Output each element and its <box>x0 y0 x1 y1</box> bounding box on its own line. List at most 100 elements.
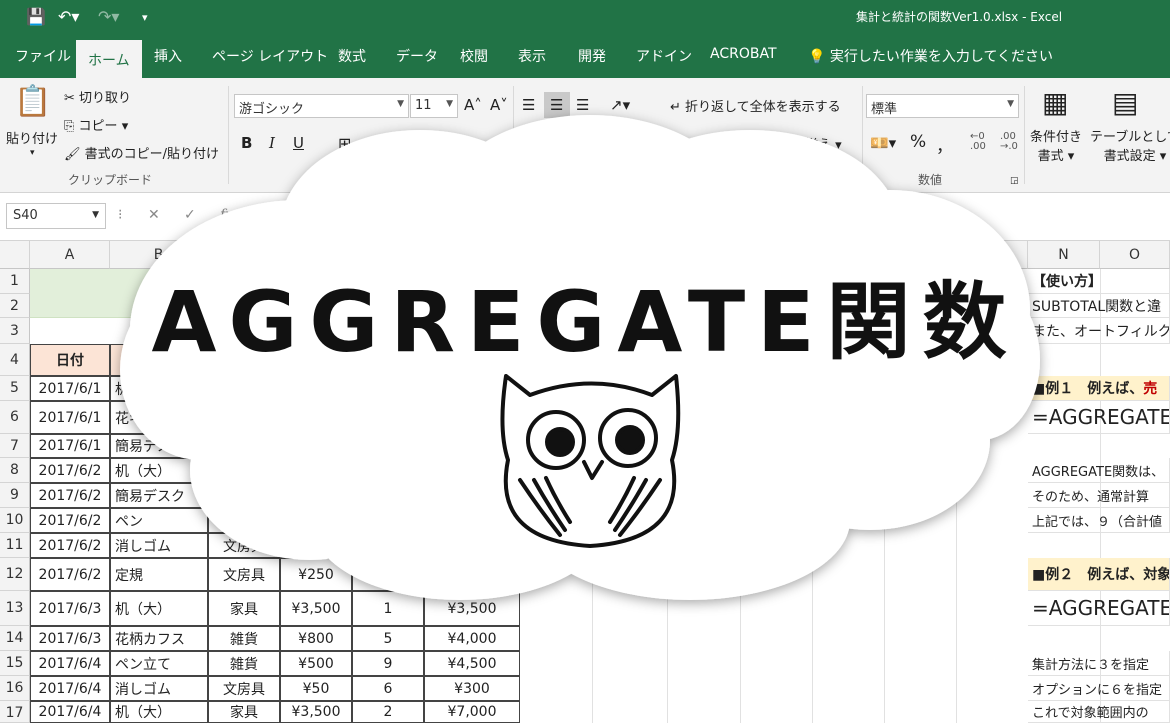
tell-me-box[interactable]: 💡 実行したい作業を入力してください <box>808 46 1053 66</box>
table-cell-total[interactable]: ¥4,500 <box>424 651 520 676</box>
table-cell-cat[interactable]: 文房 <box>208 508 280 533</box>
tab-home[interactable]: ホーム <box>76 40 142 78</box>
row-header[interactable]: 8 <box>0 458 30 483</box>
table-cell-date[interactable]: 2017/6/4 <box>30 701 110 723</box>
tab-view[interactable]: 表示 <box>518 46 546 66</box>
currency-icon[interactable]: 💴▾ <box>870 134 896 152</box>
table-cell-cat[interactable] <box>208 483 280 508</box>
redo-icon[interactable]: ↷▾ <box>98 7 119 26</box>
tab-addins[interactable]: アドイン <box>636 46 692 66</box>
paste-icon[interactable]: 📋 <box>14 84 51 119</box>
row-header[interactable]: 13 <box>0 591 30 626</box>
row-header[interactable]: 2 <box>0 294 30 318</box>
paste-dropdown-icon[interactable]: ▾ <box>30 148 35 158</box>
table-cell-item[interactable]: 消しゴム <box>110 676 208 701</box>
table-cell-price[interactable]: ¥3,500 <box>280 591 352 626</box>
font-name-select[interactable]: 游ゴシック ▼ <box>234 94 409 118</box>
conditional-format-icon[interactable]: ▦ <box>1042 86 1068 119</box>
table-cell-qty[interactable] <box>352 401 424 434</box>
table-cell-total[interactable]: ¥500 <box>424 558 520 591</box>
table-cell-cat[interactable] <box>208 458 280 483</box>
tab-page-layout[interactable]: ページ レイアウト <box>212 46 328 66</box>
table-cell-price[interactable] <box>280 434 352 458</box>
table-cell-total[interactable] <box>424 458 520 483</box>
select-all-corner[interactable] <box>0 241 30 269</box>
table-cell-cat[interactable] <box>208 376 280 401</box>
undo-icon[interactable]: ↶▾ <box>58 7 79 26</box>
increase-indent-icon[interactable]: ⇥ <box>634 134 647 152</box>
save-icon[interactable]: 💾 <box>26 7 46 26</box>
table-cell-cat[interactable] <box>208 401 280 434</box>
comma-button[interactable]: ， <box>936 132 953 157</box>
number-format-select[interactable]: 標準 ▼ <box>866 94 1019 118</box>
row-header[interactable]: 3 <box>0 318 30 344</box>
align-center-icon[interactable]: ≡ <box>546 134 559 152</box>
shrink-font-icon[interactable]: A˅ <box>490 96 508 114</box>
table-format-icon[interactable]: ▤ <box>1112 86 1138 119</box>
table-cell-item[interactable]: 花柄カフス <box>110 626 208 651</box>
table-cell-date[interactable]: 2017/6/2 <box>30 533 110 558</box>
table-cell-qty[interactable]: 5 <box>352 626 424 651</box>
table-cell-item[interactable]: 机（ <box>110 376 208 401</box>
table-cell-total[interactable] <box>424 376 520 401</box>
row-header[interactable]: 7 <box>0 434 30 458</box>
table-cell-qty[interactable] <box>352 434 424 458</box>
tab-acrobat[interactable]: ACROBAT <box>710 46 777 62</box>
table-cell-item[interactable]: 机（大） <box>110 458 208 483</box>
table-cell-date[interactable]: 2017/6/2 <box>30 483 110 508</box>
row-header[interactable]: 17 <box>0 701 30 723</box>
borders-icon[interactable]: ⊞ <box>338 134 351 153</box>
table-cell-date[interactable]: 2017/6/3 <box>30 626 110 651</box>
row-header[interactable]: 16 <box>0 676 30 701</box>
table-cell-price[interactable] <box>280 508 352 533</box>
column-header-n[interactable]: N <box>1028 241 1100 269</box>
table-cell-total[interactable]: ¥7,000 <box>424 701 520 723</box>
table-cell-cat[interactable]: 雑貨 <box>208 651 280 676</box>
table-cell-total[interactable] <box>424 533 520 558</box>
increase-decimal-icon[interactable]: ←0.00 <box>970 132 986 152</box>
underline-button[interactable]: U <box>293 134 304 152</box>
tab-insert[interactable]: 挿入 <box>154 46 182 66</box>
row-header[interactable]: 15 <box>0 651 30 676</box>
table-cell-price[interactable] <box>280 483 352 508</box>
table-cell-cat[interactable]: 文房具 <box>208 558 280 591</box>
customize-quick-access-icon[interactable]: ▾ <box>142 11 148 24</box>
table-cell-qty[interactable] <box>352 508 424 533</box>
row-header[interactable]: 14 <box>0 626 30 651</box>
table-cell-item[interactable]: 簡易デスク <box>110 483 208 508</box>
percent-button[interactable]: % <box>910 132 926 152</box>
table-cell-qty[interactable]: 9 <box>352 651 424 676</box>
row-header[interactable]: 5 <box>0 376 30 401</box>
table-cell-qty[interactable]: 2 <box>352 558 424 591</box>
table-cell-total[interactable] <box>424 508 520 533</box>
table-cell-item[interactable]: 定規 <box>110 558 208 591</box>
enter-icon[interactable]: ✓ <box>184 207 196 223</box>
row-header[interactable]: 6 <box>0 401 30 434</box>
table-cell-date[interactable]: 2017/6/4 <box>30 651 110 676</box>
table-cell-total[interactable]: ¥3,500 <box>424 591 520 626</box>
format-as-table-button[interactable]: テーブルとして書式設定 ▾ <box>1090 128 1170 166</box>
tab-formulas[interactable]: 数式 <box>338 46 366 66</box>
align-top-icon[interactable]: ☰ <box>522 96 535 114</box>
table-cell-price[interactable] <box>280 401 352 434</box>
decrease-decimal-icon[interactable]: .00 →.0 <box>1000 132 1018 152</box>
table-cell-price[interactable]: ¥50 <box>280 676 352 701</box>
table-cell-total[interactable] <box>424 434 520 458</box>
row-header[interactable]: 4 <box>0 344 30 376</box>
orientation-icon[interactable]: ↗▾ <box>610 96 630 114</box>
table-cell-item[interactable]: ペン <box>110 508 208 533</box>
row-header[interactable]: 10 <box>0 508 30 533</box>
table-cell-item[interactable]: 机（大） <box>110 701 208 723</box>
format-painter-button[interactable]: 🖌 書式のコピー/貼り付け <box>64 143 219 162</box>
tab-developer[interactable]: 開発 <box>578 46 606 66</box>
decrease-indent-icon[interactable]: ⇤ <box>608 134 621 152</box>
table-cell-date[interactable]: 2017/6/2 <box>30 458 110 483</box>
row-header[interactable]: 1 <box>0 269 30 294</box>
row-header[interactable]: 9 <box>0 483 30 508</box>
conditional-format-button[interactable]: 条件付き 書式 ▾ <box>1030 128 1082 166</box>
column-header-o[interactable]: O <box>1100 241 1170 269</box>
table-cell-total[interactable]: ¥300 <box>424 676 520 701</box>
align-right-icon[interactable]: ≡ <box>574 134 587 152</box>
align-bottom-icon[interactable]: ☰ <box>576 96 589 114</box>
table-cell-cat[interactable]: 文房具 <box>208 676 280 701</box>
